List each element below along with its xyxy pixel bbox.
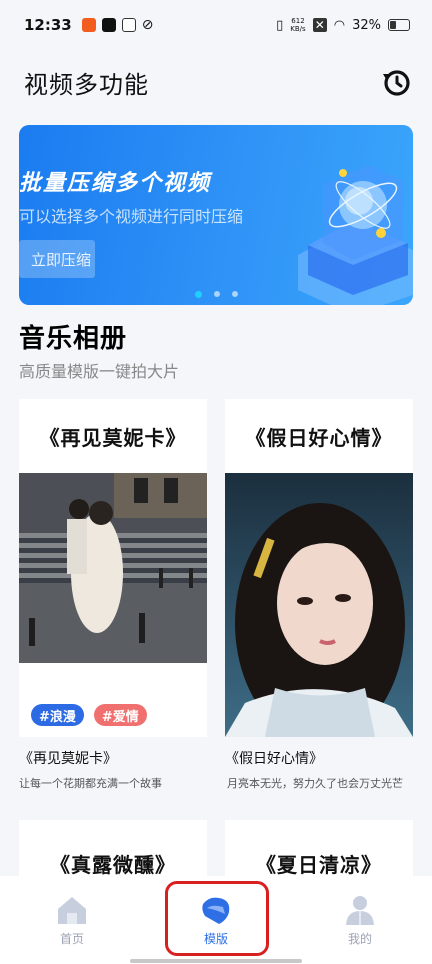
history-clock-icon[interactable] (380, 66, 412, 98)
template-preview-image (225, 473, 413, 737)
tag-badge: #爱情 (93, 704, 147, 726)
card-heading: 《夏日清凉》 (256, 852, 382, 877)
home-icon (58, 897, 86, 924)
template-card-holiday[interactable]: 《假日好心情》 (225, 399, 413, 737)
no-sim-icon: ✕ (312, 18, 327, 32)
highlight-annotation (165, 881, 269, 956)
tiktok-icon (101, 18, 116, 32)
battery-icon (388, 19, 410, 31)
nav-item-home[interactable]: 首页 (0, 876, 144, 964)
nav-label-profile: 我的 (347, 932, 372, 946)
profile-icon (346, 896, 374, 925)
tag-list: #浪漫 #爱情 (31, 704, 147, 726)
net-speed: 612 KB/s (290, 17, 306, 33)
tag-badge: #浪漫 (31, 704, 84, 726)
link-icon: ⊘ (141, 17, 154, 33)
vibrate-icon: ▯ (276, 17, 284, 33)
card-title: 《假日好心情》 (225, 751, 323, 767)
card-heading: 《假日好心情》 (245, 425, 393, 450)
promo-banner[interactable]: 批量压缩多个视频 可以选择多个视频进行同时压缩 立即压缩 (19, 125, 413, 305)
notification-app-icon-1 (81, 18, 96, 32)
banner-subtitle: 可以选择多个视频进行同时压缩 (19, 207, 244, 226)
compress-now-button[interactable]: 立即压缩 (19, 240, 95, 278)
app-header: 视频多功能 (0, 56, 432, 108)
compress-illustration-icon (298, 165, 413, 305)
page-title: 视频多功能 (24, 70, 149, 99)
home-indicator[interactable] (130, 959, 302, 963)
status-bar: 12:33 ⊘ ▯ 612 KB/s ✕ ◠ 32% (0, 0, 432, 50)
card-title: 《再见莫妮卡》 (19, 751, 117, 767)
card-heading: 《真露微醺》 (50, 852, 176, 877)
pagination-dot[interactable] (213, 291, 220, 297)
pagination-dot[interactable] (194, 290, 202, 298)
card-description: 月亮本无光，努力久了也会万丈光芒 (227, 777, 403, 790)
template-card-jinro[interactable]: 《真露微醺》 (19, 820, 207, 876)
battery-percent: 32% (352, 17, 381, 33)
pagination-dot[interactable] (231, 291, 238, 297)
template-preview-image (19, 473, 207, 663)
template-card-summer[interactable]: 《夏日清凉》 (225, 820, 413, 876)
notification-app-icon-2 (121, 18, 136, 32)
banner-pagination[interactable] (19, 290, 413, 298)
template-card-monica[interactable]: 《再见莫妮卡》 #浪漫 #爱情 (19, 399, 207, 737)
wifi-icon: ◠ (333, 17, 346, 33)
nav-label-home: 首页 (59, 932, 84, 946)
banner-title: 批量压缩多个视频 (19, 171, 212, 196)
card-description: 让每一个花期都充满一个故事 (19, 777, 162, 790)
status-time: 12:33 (24, 16, 72, 34)
nav-item-profile[interactable]: 我的 (288, 876, 432, 964)
section-subtitle: 高质量模版一键拍大片 (19, 362, 180, 381)
card-heading: 《再见莫妮卡》 (39, 425, 187, 450)
section-title: 音乐相册 (19, 324, 128, 354)
